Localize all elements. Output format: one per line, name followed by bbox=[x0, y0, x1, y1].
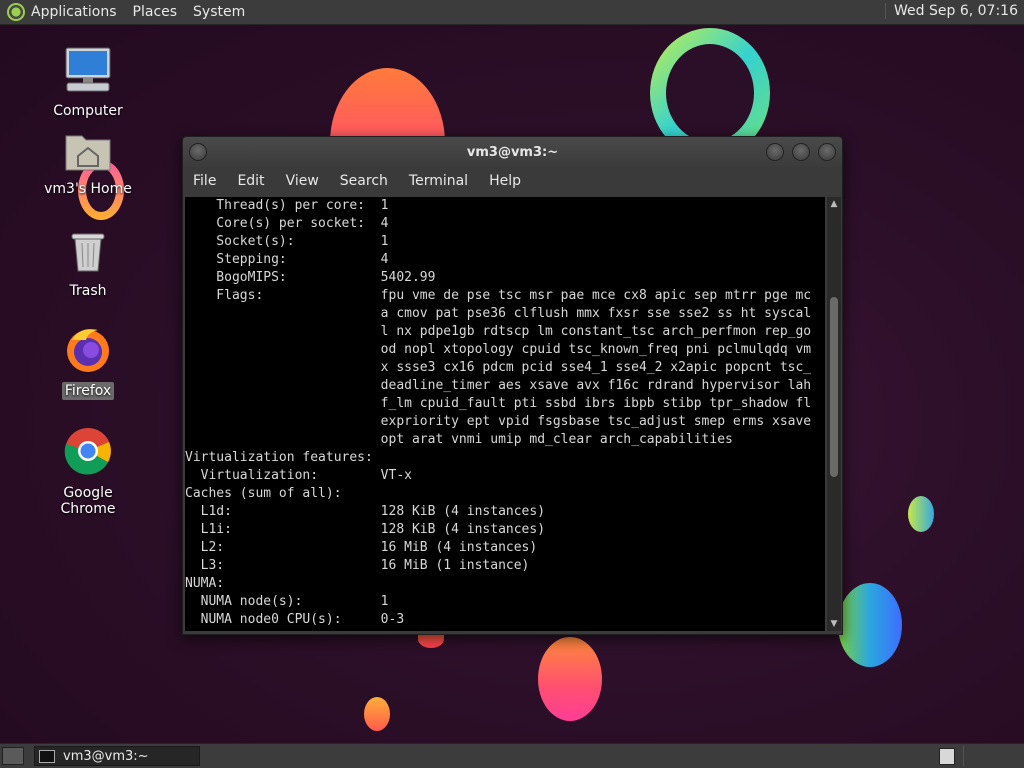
terminal-line: Flags: fpu vme de pse tsc msr pae mce cx… bbox=[185, 288, 812, 303]
home-folder-icon bbox=[65, 135, 111, 171]
desktop-icon-home[interactable]: vm3's Home bbox=[33, 128, 143, 198]
desktop-icon-trash[interactable]: Trash bbox=[33, 228, 143, 300]
terminal-icon bbox=[39, 749, 55, 763]
window-titlebar[interactable]: vm3@vm3:~ bbox=[183, 137, 842, 167]
desktop-icon-firefox[interactable]: Firefox bbox=[33, 326, 143, 400]
menu-applications[interactable]: Applications bbox=[31, 4, 117, 20]
terminal-line: Thread(s) per core: 1 bbox=[185, 198, 389, 213]
computer-icon bbox=[65, 47, 111, 92]
menu-search[interactable]: Search bbox=[340, 173, 388, 189]
scroll-up-icon[interactable]: ▲ bbox=[829, 199, 839, 209]
scrollbar-thumb[interactable] bbox=[830, 297, 838, 477]
workspace-area bbox=[963, 746, 1024, 766]
terminal-line: Caches (sum of all): bbox=[185, 486, 342, 501]
decorative-bubble bbox=[908, 496, 934, 532]
menu-places[interactable]: Places bbox=[133, 4, 178, 20]
terminal-line: Virtualization features: bbox=[185, 450, 373, 465]
terminal-line: L3: 16 MiB (1 instance) bbox=[185, 558, 530, 573]
decorative-bubble bbox=[838, 583, 902, 667]
terminal-window[interactable]: vm3@vm3:~ File Edit View Search Terminal… bbox=[182, 136, 843, 635]
terminal-line: Socket(s): 1 bbox=[185, 234, 389, 249]
terminal-line: Core(s) per socket: 4 bbox=[185, 216, 389, 231]
terminal-line: od nopl xtopology cpuid tsc_known_freq p… bbox=[185, 342, 812, 357]
close-button[interactable] bbox=[818, 143, 836, 161]
taskbar-terminal-button[interactable]: vm3@vm3:~ bbox=[34, 746, 200, 766]
terminal-line: x ssse3 cx16 pdcm pcid sse4_1 sse4_2 x2a… bbox=[185, 360, 812, 375]
menu-file[interactable]: File bbox=[193, 173, 216, 189]
bottom-panel: vm3@vm3:~ bbox=[0, 743, 1024, 768]
decorative-bubble bbox=[364, 697, 390, 731]
desktop-icon-label: Trash bbox=[69, 283, 107, 299]
terminal-line: Stepping: 4 bbox=[185, 252, 389, 267]
desktop-icon-computer[interactable]: Computer bbox=[33, 46, 143, 120]
taskbar-label: vm3@vm3:~ bbox=[63, 748, 149, 764]
chrome-icon bbox=[64, 428, 111, 475]
terminal-line: NUMA: bbox=[185, 576, 225, 591]
minimize-button[interactable] bbox=[766, 143, 784, 161]
desktop-icon-chrome[interactable]: Google Chrome bbox=[33, 426, 143, 518]
terminal-menubar: File Edit View Search Terminal Help bbox=[183, 167, 842, 195]
terminal-output[interactable]: Thread(s) per core: 1 Core(s) per socket… bbox=[185, 197, 825, 631]
desktop-icon-label: Google Chrome bbox=[60, 485, 116, 517]
decorative-bubble bbox=[538, 637, 602, 721]
firefox-icon bbox=[67, 329, 109, 372]
terminal-line: f_lm cpuid_fault pti ssbd ibrs ibpb stib… bbox=[185, 396, 812, 411]
terminal-line: BogoMIPS: 5402.99 bbox=[185, 270, 436, 285]
terminal-line: L2: 16 MiB (4 instances) bbox=[185, 540, 538, 555]
terminal-line: opt arat vnmi umip md_clear arch_capabil… bbox=[185, 432, 733, 447]
terminal-line: l nx pdpe1gb rdtscp lm constant_tsc arch… bbox=[185, 324, 812, 339]
workspace-switcher[interactable] bbox=[939, 748, 955, 765]
menu-view[interactable]: View bbox=[286, 173, 319, 189]
terminal-line: NUMA node(s): 1 bbox=[185, 594, 389, 609]
top-panel: Applications Places System Wed Sep 6, 07… bbox=[0, 0, 1024, 25]
terminal-line: a cmov pat pse36 clflush mmx fxsr sse ss… bbox=[185, 306, 812, 321]
menu-terminal[interactable]: Terminal bbox=[409, 173, 468, 189]
desktop-icon-label: Firefox bbox=[61, 382, 115, 400]
terminal-line: Virtualization: VT-x bbox=[185, 468, 412, 483]
mate-logo-icon[interactable] bbox=[7, 3, 25, 21]
scroll-down-icon[interactable]: ▼ bbox=[829, 619, 839, 629]
clock[interactable]: Wed Sep 6, 07:16 bbox=[885, 3, 1018, 19]
terminal-line: deadline_timer aes xsave avx f16c rdrand… bbox=[185, 378, 812, 393]
menu-system[interactable]: System bbox=[193, 4, 245, 20]
terminal-scrollbar[interactable]: ▲ ▼ bbox=[827, 197, 841, 631]
trash-icon bbox=[71, 233, 105, 272]
desktop-icon-label: vm3's Home bbox=[44, 181, 132, 197]
desktop-icon-label: Computer bbox=[53, 103, 123, 119]
menu-help[interactable]: Help bbox=[489, 173, 521, 189]
menu-edit[interactable]: Edit bbox=[237, 173, 264, 189]
window-title: vm3@vm3:~ bbox=[466, 145, 559, 160]
terminal-line: L1i: 128 KiB (4 instances) bbox=[185, 522, 546, 537]
show-desktop-icon[interactable] bbox=[2, 747, 24, 765]
maximize-button[interactable] bbox=[792, 143, 810, 161]
terminal-line: expriority ept vpid fsgsbase tsc_adjust … bbox=[185, 414, 812, 429]
terminal-line: NUMA node0 CPU(s): 0-3 bbox=[185, 612, 405, 627]
terminal-line: L1d: 128 KiB (4 instances) bbox=[185, 504, 546, 519]
